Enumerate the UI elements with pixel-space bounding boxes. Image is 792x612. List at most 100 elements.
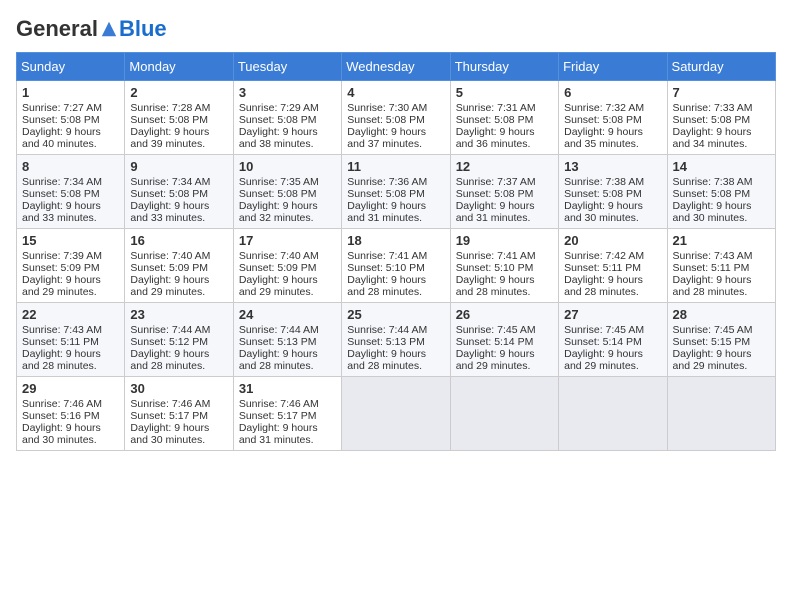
calendar-cell [559,377,667,451]
sunset-text: Sunset: 5:10 PM [347,262,444,274]
sunset-text: Sunset: 5:14 PM [564,336,661,348]
sunset-text: Sunset: 5:08 PM [130,114,227,126]
calendar-week-row: 15Sunrise: 7:39 AMSunset: 5:09 PMDayligh… [17,229,776,303]
logo-icon [100,20,118,38]
sunrise-text: Sunrise: 7:38 AM [564,176,661,188]
calendar-cell: 27Sunrise: 7:45 AMSunset: 5:14 PMDayligh… [559,303,667,377]
sunset-text: Sunset: 5:08 PM [347,188,444,200]
day-header-thursday: Thursday [450,53,558,81]
sunset-text: Sunset: 5:08 PM [22,114,119,126]
sunset-text: Sunset: 5:08 PM [22,188,119,200]
daylight-text: Daylight: 9 hours and 35 minutes. [564,126,661,150]
daylight-text: Daylight: 9 hours and 30 minutes. [22,422,119,446]
day-number: 28 [673,307,770,322]
daylight-text: Daylight: 9 hours and 28 minutes. [347,348,444,372]
sunrise-text: Sunrise: 7:45 AM [673,324,770,336]
day-number: 1 [22,85,119,100]
day-header-wednesday: Wednesday [342,53,450,81]
sunrise-text: Sunrise: 7:43 AM [22,324,119,336]
calendar-cell: 7Sunrise: 7:33 AMSunset: 5:08 PMDaylight… [667,81,775,155]
sunrise-text: Sunrise: 7:42 AM [564,250,661,262]
sunrise-text: Sunrise: 7:27 AM [22,102,119,114]
sunset-text: Sunset: 5:17 PM [239,410,336,422]
calendar-cell: 31Sunrise: 7:46 AMSunset: 5:17 PMDayligh… [233,377,341,451]
calendar-cell: 2Sunrise: 7:28 AMSunset: 5:08 PMDaylight… [125,81,233,155]
day-number: 14 [673,159,770,174]
daylight-text: Daylight: 9 hours and 39 minutes. [130,126,227,150]
calendar-cell: 22Sunrise: 7:43 AMSunset: 5:11 PMDayligh… [17,303,125,377]
day-number: 9 [130,159,227,174]
sunrise-text: Sunrise: 7:29 AM [239,102,336,114]
page-header: General Blue [16,16,776,42]
calendar-header-row: SundayMondayTuesdayWednesdayThursdayFrid… [17,53,776,81]
daylight-text: Daylight: 9 hours and 34 minutes. [673,126,770,150]
calendar-cell: 20Sunrise: 7:42 AMSunset: 5:11 PMDayligh… [559,229,667,303]
calendar-cell: 17Sunrise: 7:40 AMSunset: 5:09 PMDayligh… [233,229,341,303]
sunrise-text: Sunrise: 7:44 AM [347,324,444,336]
sunset-text: Sunset: 5:14 PM [456,336,553,348]
sunrise-text: Sunrise: 7:38 AM [673,176,770,188]
sunset-text: Sunset: 5:09 PM [239,262,336,274]
sunset-text: Sunset: 5:12 PM [130,336,227,348]
calendar-cell: 19Sunrise: 7:41 AMSunset: 5:10 PMDayligh… [450,229,558,303]
sunset-text: Sunset: 5:08 PM [673,188,770,200]
daylight-text: Daylight: 9 hours and 29 minutes. [239,274,336,298]
day-number: 8 [22,159,119,174]
calendar-cell: 11Sunrise: 7:36 AMSunset: 5:08 PMDayligh… [342,155,450,229]
day-number: 7 [673,85,770,100]
sunrise-text: Sunrise: 7:46 AM [22,398,119,410]
sunrise-text: Sunrise: 7:40 AM [239,250,336,262]
day-header-monday: Monday [125,53,233,81]
day-header-tuesday: Tuesday [233,53,341,81]
sunset-text: Sunset: 5:08 PM [347,114,444,126]
sunset-text: Sunset: 5:13 PM [347,336,444,348]
day-number: 29 [22,381,119,396]
day-number: 11 [347,159,444,174]
daylight-text: Daylight: 9 hours and 31 minutes. [347,200,444,224]
day-number: 5 [456,85,553,100]
calendar-cell [667,377,775,451]
day-number: 23 [130,307,227,322]
calendar-cell: 25Sunrise: 7:44 AMSunset: 5:13 PMDayligh… [342,303,450,377]
sunrise-text: Sunrise: 7:28 AM [130,102,227,114]
sunset-text: Sunset: 5:13 PM [239,336,336,348]
daylight-text: Daylight: 9 hours and 28 minutes. [347,274,444,298]
sunrise-text: Sunrise: 7:33 AM [673,102,770,114]
daylight-text: Daylight: 9 hours and 30 minutes. [673,200,770,224]
calendar-cell [450,377,558,451]
daylight-text: Daylight: 9 hours and 29 minutes. [22,274,119,298]
calendar-cell: 24Sunrise: 7:44 AMSunset: 5:13 PMDayligh… [233,303,341,377]
logo-blue: Blue [119,16,167,41]
sunrise-text: Sunrise: 7:41 AM [347,250,444,262]
daylight-text: Daylight: 9 hours and 29 minutes. [456,348,553,372]
sunset-text: Sunset: 5:11 PM [673,262,770,274]
daylight-text: Daylight: 9 hours and 29 minutes. [564,348,661,372]
sunset-text: Sunset: 5:08 PM [130,188,227,200]
logo: General Blue [16,16,167,42]
day-number: 4 [347,85,444,100]
calendar-cell: 23Sunrise: 7:44 AMSunset: 5:12 PMDayligh… [125,303,233,377]
sunset-text: Sunset: 5:09 PM [130,262,227,274]
calendar-week-row: 8Sunrise: 7:34 AMSunset: 5:08 PMDaylight… [17,155,776,229]
calendar-cell: 15Sunrise: 7:39 AMSunset: 5:09 PMDayligh… [17,229,125,303]
calendar-cell: 26Sunrise: 7:45 AMSunset: 5:14 PMDayligh… [450,303,558,377]
daylight-text: Daylight: 9 hours and 37 minutes. [347,126,444,150]
logo-general: General [16,16,98,42]
sunrise-text: Sunrise: 7:31 AM [456,102,553,114]
calendar-week-row: 22Sunrise: 7:43 AMSunset: 5:11 PMDayligh… [17,303,776,377]
sunset-text: Sunset: 5:11 PM [22,336,119,348]
sunrise-text: Sunrise: 7:30 AM [347,102,444,114]
calendar-cell: 12Sunrise: 7:37 AMSunset: 5:08 PMDayligh… [450,155,558,229]
sunset-text: Sunset: 5:17 PM [130,410,227,422]
calendar-cell: 18Sunrise: 7:41 AMSunset: 5:10 PMDayligh… [342,229,450,303]
sunset-text: Sunset: 5:15 PM [673,336,770,348]
sunset-text: Sunset: 5:08 PM [456,114,553,126]
day-number: 6 [564,85,661,100]
day-header-saturday: Saturday [667,53,775,81]
sunrise-text: Sunrise: 7:32 AM [564,102,661,114]
calendar-cell: 6Sunrise: 7:32 AMSunset: 5:08 PMDaylight… [559,81,667,155]
day-number: 15 [22,233,119,248]
sunset-text: Sunset: 5:08 PM [239,114,336,126]
daylight-text: Daylight: 9 hours and 30 minutes. [130,422,227,446]
calendar-table: SundayMondayTuesdayWednesdayThursdayFrid… [16,52,776,451]
